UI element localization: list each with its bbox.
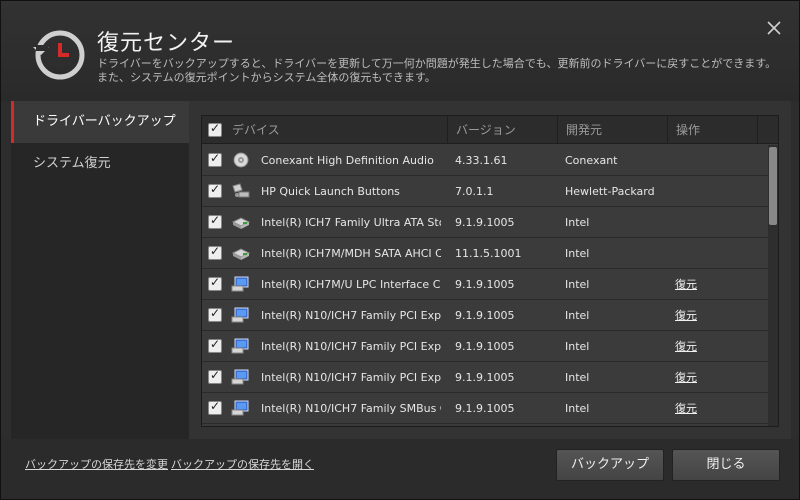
sidebar-item-system-restore[interactable]: システム復元 <box>11 143 189 185</box>
device-name: Intel(R) N10/ICH7 Family PCI Expr... <box>261 309 441 322</box>
restore-link[interactable]: 復元 <box>675 269 735 300</box>
close-icon[interactable] <box>765 19 783 37</box>
restore-clock-icon <box>33 30 85 80</box>
device-vendor: Intel <box>565 340 590 353</box>
device-vendor: Hewlett-Packard <box>565 185 655 198</box>
sidebar: ドライバーバックアップ システム復元 <box>11 101 189 439</box>
table-row[interactable]: HP Quick Launch Buttons 7.0.1.1 Hewlett-Pa… <box>202 176 768 207</box>
row-checkbox[interactable] <box>208 306 222 322</box>
device-vendor: Intel <box>565 216 590 229</box>
device-version: 9.1.9.1005 <box>455 278 515 291</box>
table-row[interactable]: Intel(R) N10/ICH7 Family PCI Expr... 9.1.… <box>202 300 768 331</box>
device-name: Intel(R) ICH7M/MDH SATA AHCI C... <box>261 247 441 260</box>
device-version: 11.1.5.1001 <box>455 247 522 260</box>
column-header-device[interactable]: デバイス <box>224 116 446 144</box>
close-button[interactable]: 閉じる <box>672 449 780 481</box>
restore-link[interactable]: 復元 <box>675 300 735 331</box>
drive-icon <box>231 213 251 231</box>
table-row[interactable]: Intel(R) ICH7M/MDH SATA AHCI C... 11.1.5.… <box>202 238 768 269</box>
row-checkbox[interactable] <box>208 337 222 353</box>
device-name: Intel(R) N10/ICH7 Family PCI Expr... <box>261 340 441 353</box>
device-version: 9.1.9.1005 <box>455 216 515 229</box>
open-backup-location-link[interactable]: バックアップの保存先を開く <box>171 456 314 472</box>
page-title: 復元センター <box>97 31 236 56</box>
column-header-spacer <box>757 116 778 144</box>
table-row[interactable]: Intel(R) N10/ICH7 Family PCI Expr... 9.1.… <box>202 362 768 393</box>
scrollbar-thumb[interactable] <box>769 147 777 225</box>
keyboard-icon <box>231 182 251 200</box>
restore-link[interactable]: 復元 <box>675 331 735 362</box>
row-checkbox[interactable] <box>208 399 222 415</box>
column-header-action[interactable]: 操作 <box>667 116 757 144</box>
footer: バックアップの保存先を変更 バックアップの保存先を開く バックアップ 閉じる <box>1 439 799 499</box>
device-vendor: Intel <box>565 371 590 384</box>
device-vendor: Intel <box>565 278 590 291</box>
monitor-icon <box>231 368 251 386</box>
header: 復元センター ドライバーをバックアップすると、ドライバーを更新して万一何か問題が… <box>1 1 799 101</box>
row-checkbox[interactable] <box>208 275 222 291</box>
device-vendor: Intel <box>565 402 590 415</box>
header-description: ドライバーをバックアップすると、ドライバーを更新して万一何か問題が発生した場合で… <box>97 57 777 84</box>
audio-icon <box>231 151 251 169</box>
device-name: Intel(R) ICH7M/U LPC Interface C... <box>261 278 441 291</box>
row-checkbox[interactable] <box>208 151 222 167</box>
monitor-icon <box>231 337 251 355</box>
restore-link[interactable]: 復元 <box>675 362 735 393</box>
device-version: 9.1.9.1005 <box>455 340 515 353</box>
device-vendor: Conexant <box>565 154 618 167</box>
table-row[interactable]: Intel(R) N10/ICH7 Family PCI Expr... 9.1.… <box>202 331 768 362</box>
column-header-vendor[interactable]: 開発元 <box>557 116 667 144</box>
backup-button[interactable]: バックアップ <box>556 449 664 481</box>
change-backup-location-link[interactable]: バックアップの保存先を変更 <box>25 456 168 472</box>
restore-link[interactable]: 復元 <box>675 393 735 424</box>
monitor-icon <box>231 399 251 417</box>
content-panel: デバイス バージョン 開発元 操作 Conexant High Definiti… <box>189 101 791 439</box>
restore-center-window: 復元センター ドライバーをバックアップすると、ドライバーを更新して万一何か問題が… <box>0 0 800 500</box>
table-row[interactable]: Intel(R) N10/ICH7 Family SMBus C... 9.1.9… <box>202 393 768 424</box>
column-header-version[interactable]: バージョン <box>447 116 557 144</box>
table-row[interactable]: Conexant High Definition Audio 4.33.1.61 C… <box>202 145 768 176</box>
table-row[interactable]: Intel(R) ICH7 Family Ultra ATA Sto... 9.1… <box>202 207 768 238</box>
drive-icon <box>231 244 251 262</box>
row-checkbox[interactable] <box>208 182 222 198</box>
device-version: 9.1.9.1005 <box>455 309 515 322</box>
device-name: Conexant High Definition Audio <box>261 154 434 167</box>
monitor-icon <box>231 275 251 293</box>
table-header: デバイス バージョン 開発元 操作 <box>202 116 778 144</box>
device-name: Intel(R) N10/ICH7 Family PCI Expr... <box>261 371 441 384</box>
row-checkbox[interactable] <box>208 368 222 384</box>
device-version: 7.0.1.1 <box>455 185 494 198</box>
row-checkbox[interactable] <box>208 244 222 260</box>
device-vendor: Intel <box>565 309 590 322</box>
table-body: Conexant High Definition Audio 4.33.1.61 C… <box>202 145 768 426</box>
row-checkbox[interactable] <box>208 213 222 229</box>
select-all-checkbox[interactable] <box>208 121 222 137</box>
vertical-scrollbar[interactable] <box>768 145 778 426</box>
device-vendor: Intel <box>565 247 590 260</box>
device-name: Intel(R) ICH7 Family Ultra ATA Sto... <box>261 216 441 229</box>
device-name: Intel(R) N10/ICH7 Family SMBus C... <box>261 402 441 415</box>
device-table: デバイス バージョン 開発元 操作 Conexant High Definiti… <box>201 115 779 427</box>
table-row[interactable]: Intel(R) ICH7M/U LPC Interface C... 9.1.9… <box>202 269 768 300</box>
monitor-icon <box>231 306 251 324</box>
device-version: 9.1.9.1005 <box>455 371 515 384</box>
device-name: HP Quick Launch Buttons <box>261 185 400 198</box>
device-version: 4.33.1.61 <box>455 154 508 167</box>
sidebar-item-driver-backup[interactable]: ドライバーバックアップ <box>11 101 189 143</box>
device-version: 9.1.9.1005 <box>455 402 515 415</box>
